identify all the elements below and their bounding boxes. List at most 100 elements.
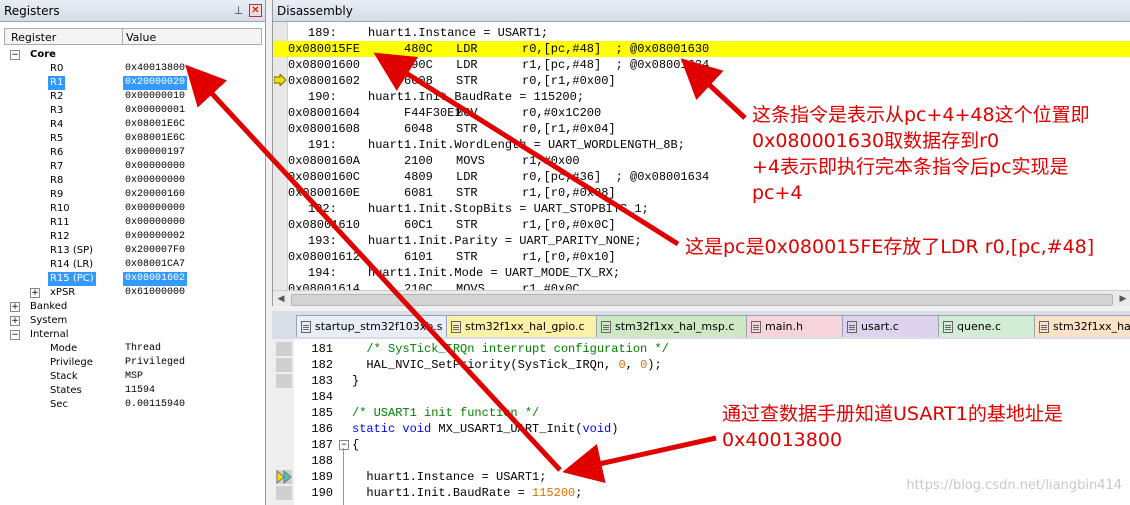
register-row[interactable]: R12 0x00000002: [4, 230, 262, 244]
internal-row[interactable]: Mode Thread: [4, 342, 262, 356]
register-value[interactable]: 0.00115940: [125, 398, 185, 412]
disasm-instruction-line[interactable]: 0x08001602 6008 STR r0,[r1,#0x00]: [273, 72, 1130, 89]
collapse-icon[interactable]: −: [10, 50, 20, 60]
scroll-left-icon[interactable]: ◀: [274, 292, 288, 306]
register-row[interactable]: R10 0x00000000: [4, 202, 262, 216]
register-value[interactable]: 0x00000000: [125, 216, 185, 230]
internal-row[interactable]: Sec 0.00115940: [4, 398, 262, 412]
register-row[interactable]: R1 0x20000020: [4, 76, 262, 90]
breakpoint-slot[interactable]: [276, 342, 292, 356]
header-value[interactable]: Value: [126, 29, 156, 46]
internal-row[interactable]: Privilege Privileged: [4, 356, 262, 370]
collapse-icon[interactable]: −: [10, 330, 20, 340]
register-row[interactable]: R6 0x00000197: [4, 146, 262, 160]
source-line-number: 190:: [308, 90, 337, 104]
watermark: https://blog.csdn.net/liangbin414: [906, 478, 1122, 493]
register-name: Privilege: [50, 357, 93, 368]
breakpoint-slot[interactable]: [276, 486, 292, 500]
register-value[interactable]: 0x00000010: [125, 90, 185, 104]
register-row[interactable]: R14 (LR) 0x08001CA7: [4, 258, 262, 272]
code-line[interactable]: 181 /* SysTick_IRQn interrupt configurat…: [272, 341, 1130, 357]
register-value[interactable]: 0x00000001: [125, 104, 185, 118]
tab-label: stm32f1xx_hal_msp.c: [615, 320, 735, 333]
register-row[interactable]: R9 0x20000160: [4, 188, 262, 202]
register-value[interactable]: Privileged: [125, 356, 185, 370]
register-row[interactable]: R4 0x08001E6C: [4, 118, 262, 132]
register-row[interactable]: R2 0x00000010: [4, 90, 262, 104]
register-value[interactable]: 0x00000000: [125, 160, 185, 174]
instruction-operands: r0,[r1,#0x00]: [522, 74, 616, 88]
register-row[interactable]: R11 0x00000000: [4, 216, 262, 230]
tab-stm32f1xx-hal-gpio-c[interactable]: stm32f1xx_hal_gpio.c: [446, 315, 598, 337]
code-text: }: [352, 373, 359, 389]
code-token: /* USART1 init function */: [352, 406, 540, 420]
code-line[interactable]: 182 HAL_NVIC_SetPriority(SysTick_IRQn, 0…: [272, 357, 1130, 373]
register-row[interactable]: R8 0x00000000: [4, 174, 262, 188]
register-value[interactable]: 0x08001602: [123, 272, 188, 286]
register-row[interactable]: + xPSR 0x61000000: [4, 286, 262, 300]
register-value[interactable]: 0x20000020: [123, 76, 188, 90]
internal-row[interactable]: States 11594: [4, 384, 262, 398]
code-text: huart1.Instance = USART1;: [352, 469, 546, 485]
tab-quene-c[interactable]: quene.c: [938, 315, 1036, 337]
register-value[interactable]: 0x20000160: [125, 188, 185, 202]
register-value[interactable]: 11594: [125, 384, 155, 398]
fold-toggle-icon[interactable]: −: [339, 440, 349, 450]
code-line[interactable]: 183}: [272, 373, 1130, 389]
close-icon[interactable]: ✕: [249, 4, 262, 17]
expand-icon[interactable]: +: [10, 316, 20, 326]
register-value[interactable]: 0x08001CA7: [125, 258, 185, 272]
register-value[interactable]: 0x08001E6C: [125, 132, 185, 146]
group-internal[interactable]: − Internal: [4, 328, 262, 342]
register-row[interactable]: R5 0x08001E6C: [4, 132, 262, 146]
breakpoint-slot[interactable]: [276, 374, 292, 388]
instruction-mnemonic: STR: [456, 186, 478, 200]
expand-icon[interactable]: +: [10, 302, 20, 312]
register-row[interactable]: R3 0x00000001: [4, 104, 262, 118]
register-value[interactable]: 0x08001E6C: [125, 118, 185, 132]
disasm-instruction-line[interactable]: 0x08001600 490C LDR r1,[pc,#48] ; @0x080016…: [273, 57, 1130, 73]
register-name: R9: [50, 189, 64, 200]
register-value[interactable]: 0x00000197: [125, 146, 185, 160]
tab-stm32f1xx-hal-uart-c[interactable]: stm32f1xx_hal_uart.c: [1034, 315, 1130, 337]
line-number: 183: [311, 374, 333, 388]
register-value[interactable]: 0x61000000: [125, 286, 185, 300]
disasm-instruction-line[interactable]: 0x08001610 60C1 STR r1,[r0,#0x0C]: [273, 217, 1130, 233]
instruction-mnemonic: STR: [456, 74, 478, 88]
register-value[interactable]: 0x00000000: [125, 174, 185, 188]
group-core[interactable]: − Core: [4, 48, 262, 62]
disasm-instruction-line[interactable]: 0x080015FE 480C LDR r0,[pc,#48] ; @0x080016…: [273, 41, 1130, 57]
internal-row[interactable]: Stack MSP: [4, 370, 262, 384]
source-text: huart1.Init.StopBits = UART_STOPBITS_1;: [368, 202, 649, 216]
register-row[interactable]: R7 0x00000000: [4, 160, 262, 174]
code-token: ,: [625, 358, 641, 372]
group-system[interactable]: + System: [4, 314, 262, 328]
tab-stm32f1xx-hal-msp-c[interactable]: stm32f1xx_hal_msp.c: [596, 315, 748, 337]
code-token: huart1.Instance = USART1;: [352, 470, 547, 484]
disasm-source-line[interactable]: 194: huart1.Init.Mode = UART_MODE_TX_RX;: [273, 265, 1130, 281]
annotation-usart1-base: 通过查数据手册知道USART1的基地址是 0x40013800: [722, 401, 1063, 453]
register-row[interactable]: R13 (SP) 0x200007F0: [4, 244, 262, 258]
scroll-thumb[interactable]: [291, 294, 1113, 306]
disassembly-hscrollbar[interactable]: ◀ ▶: [273, 290, 1130, 306]
pin-icon[interactable]: ⊥: [232, 4, 245, 17]
tab-usart-c[interactable]: usart.c: [842, 315, 940, 337]
group-banked[interactable]: + Banked: [4, 300, 262, 314]
register-value[interactable]: 0x00000002: [125, 230, 185, 244]
register-value[interactable]: 0x40013800: [125, 62, 185, 76]
breakpoint-slot[interactable]: [276, 358, 292, 372]
scroll-right-icon[interactable]: ▶: [1116, 292, 1130, 306]
register-value[interactable]: 0x00000000: [125, 202, 185, 216]
register-value[interactable]: 0x200007F0: [125, 244, 185, 258]
code-line[interactable]: 188: [272, 453, 1130, 469]
register-row[interactable]: R0 0x40013800: [4, 62, 262, 76]
expand-icon[interactable]: +: [30, 288, 40, 298]
register-value[interactable]: MSP: [125, 370, 143, 384]
register-row[interactable]: R15 (PC) 0x08001602: [4, 272, 262, 286]
tab-main-h[interactable]: main.h: [746, 315, 844, 337]
header-register[interactable]: Register: [11, 29, 56, 46]
register-name: R4: [50, 119, 64, 130]
disasm-source-line[interactable]: 189: huart1.Instance = USART1;: [273, 25, 1130, 41]
tab-startup-stm32f103xb-s[interactable]: startup_stm32f103xb.s: [296, 315, 448, 337]
register-value[interactable]: Thread: [125, 342, 161, 356]
